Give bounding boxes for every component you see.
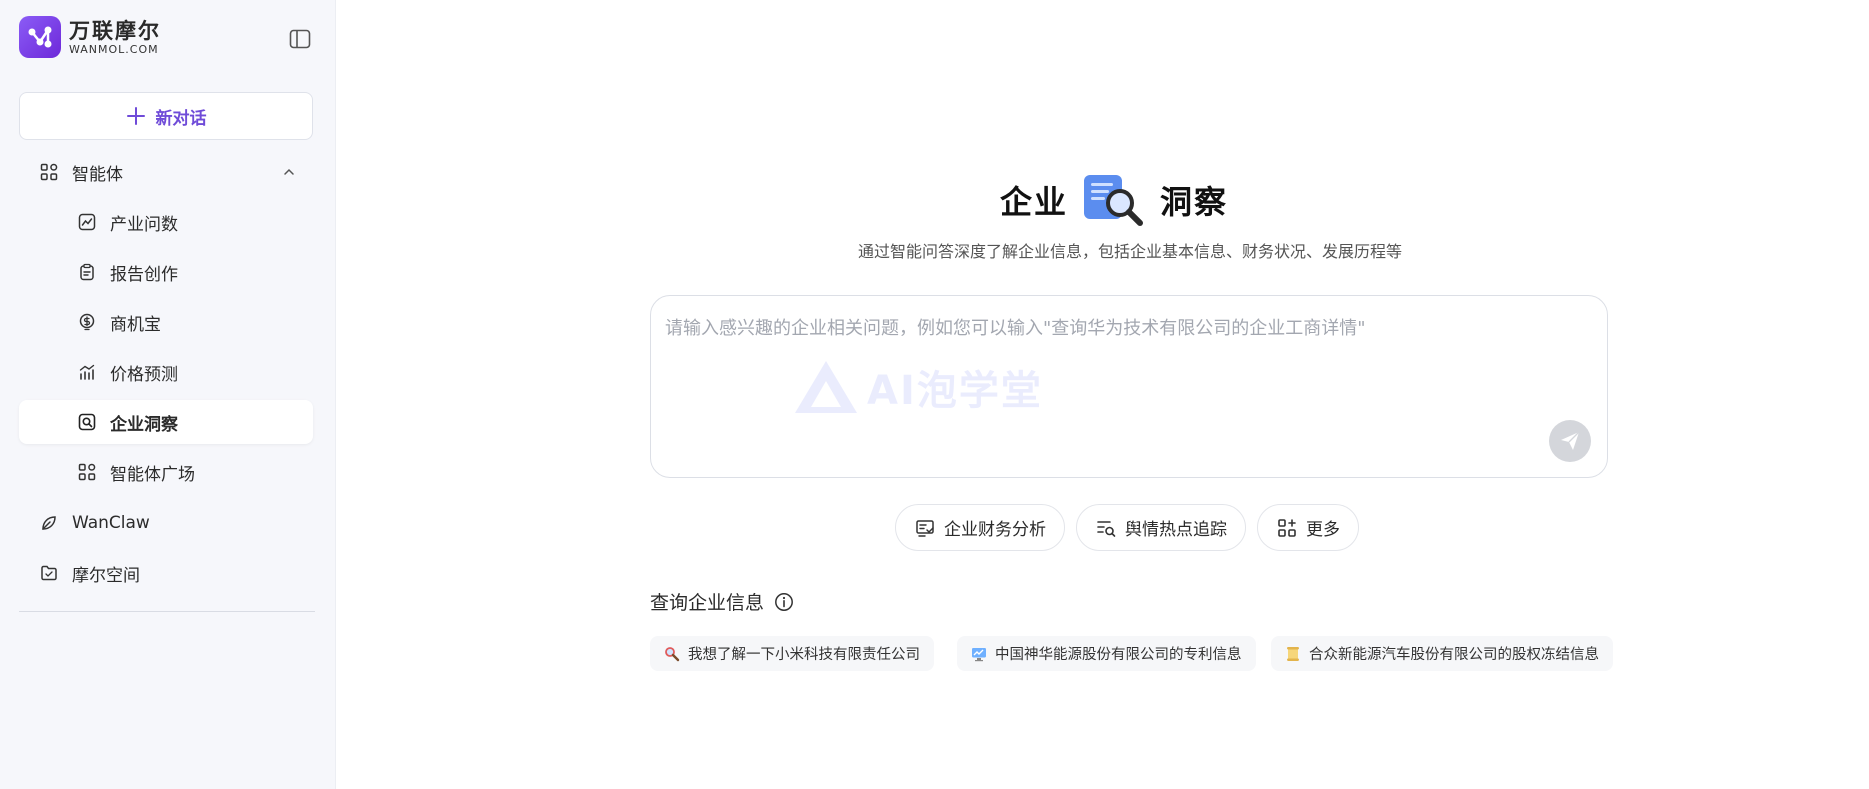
sidebar-item-wanclaw[interactable]: WanClaw (38, 501, 300, 545)
sidebar-toggle-icon[interactable] (288, 28, 312, 50)
dollar-coin-icon (76, 311, 98, 333)
magnifier-document-icon (1082, 173, 1146, 227)
sidebar-item-agent-square[interactable]: 智能体广场 (76, 450, 300, 494)
sidebar-item-label: WanClaw (72, 513, 150, 533)
brand[interactable]: 万联摩尔 WANMOL.COM (19, 16, 161, 58)
sidebar-item-opportunity[interactable]: 商机宝 (76, 300, 300, 344)
apps-icon (38, 161, 60, 183)
sidebar-item-label: 智能体广场 (110, 464, 195, 485)
sidebar-item-moore-space[interactable]: 摩尔空间 (38, 551, 300, 595)
checklist-icon (914, 517, 936, 539)
sidebar-item-label: 报告创作 (110, 264, 178, 285)
sidebar-item-label: 商机宝 (110, 314, 161, 335)
send-icon (1561, 431, 1580, 450)
chip-financial-analysis[interactable]: 企业财务分析 (895, 504, 1065, 551)
sidebar-item-enterprise-insight[interactable]: 企业洞察 (19, 400, 313, 444)
plus-icon (126, 107, 145, 125)
sidebar-divider (19, 611, 315, 612)
magnifier-icon (664, 646, 680, 662)
apps-icon (76, 461, 98, 483)
page-subtitle: 通过智能问答深度了解企业信息，包括企业基本信息、财务状况、发展历程等 (857, 242, 1402, 261)
hero-title-left: 企业 (1000, 183, 1069, 221)
chart-line-icon (76, 211, 98, 233)
sidebar-item-label: 价格预测 (110, 364, 178, 385)
suggestion-item[interactable]: 我想了解一下小米科技有限责任公司 (650, 636, 934, 671)
sidebar-item-label: 产业问数 (110, 214, 178, 235)
page-title: 企业 洞察 (1000, 173, 1228, 227)
brand-name: 万联摩尔 (69, 18, 161, 43)
hero-title-right: 洞察 (1160, 183, 1229, 221)
info-icon[interactable] (774, 592, 794, 612)
wanmol-logo-icon (19, 16, 61, 58)
leaf-icon (38, 512, 60, 534)
suggestion-text: 合众新能源汽车股份有限公司的股权冻结信息 (1309, 647, 1599, 663)
send-button[interactable] (1549, 420, 1591, 462)
monitor-chart-icon (971, 646, 987, 662)
question-input-box: AI泡学堂 (650, 295, 1608, 478)
search-document-icon (76, 411, 98, 433)
new-chat-label: 新对话 (155, 108, 207, 129)
brand-domain: WANMOL.COM (69, 42, 159, 56)
folder-icon (38, 562, 60, 584)
suggestion-item[interactable]: 合众新能源汽车股份有限公司的股权冻结信息 (1271, 636, 1613, 671)
scroll-icon (1285, 646, 1301, 662)
grid-plus-icon (1276, 517, 1298, 539)
sidebar-group-label: 智能体 (72, 164, 123, 185)
list-search-icon (1095, 517, 1117, 539)
suggestion-text: 我想了解一下小米科技有限责任公司 (688, 647, 920, 663)
section-title-text: 查询企业信息 (650, 592, 765, 614)
clipboard-icon (76, 261, 98, 283)
chip-label: 舆情热点追踪 (1125, 520, 1227, 540)
question-input[interactable] (665, 314, 1585, 434)
chip-label: 更多 (1306, 520, 1340, 540)
bar-trend-icon (76, 361, 98, 383)
suggestion-text: 中国神华能源股份有限公司的专利信息 (995, 647, 1242, 663)
chip-more[interactable]: 更多 (1257, 504, 1359, 551)
new-chat-button[interactable]: 新对话 (19, 92, 313, 140)
sidebar-item-industry-data[interactable]: 产业问数 (76, 200, 300, 244)
section-title: 查询企业信息 (650, 588, 794, 615)
sidebar-item-label: 企业洞察 (110, 414, 178, 435)
suggestion-item[interactable]: 中国神华能源股份有限公司的专利信息 (957, 636, 1256, 671)
sidebar: 万联摩尔 WANMOL.COM 新对话 智能体 产业问数 报告创作 商机宝 价格… (0, 0, 336, 789)
chip-label: 企业财务分析 (944, 520, 1046, 540)
sidebar-item-price-forecast[interactable]: 价格预测 (76, 350, 300, 394)
chevron-up-icon[interactable] (278, 161, 300, 183)
sidebar-item-report[interactable]: 报告创作 (76, 250, 300, 294)
sidebar-group-agents[interactable]: 智能体 (38, 150, 300, 194)
sidebar-item-label: 摩尔空间 (72, 565, 140, 586)
chip-sentiment-tracking[interactable]: 舆情热点追踪 (1076, 504, 1246, 551)
